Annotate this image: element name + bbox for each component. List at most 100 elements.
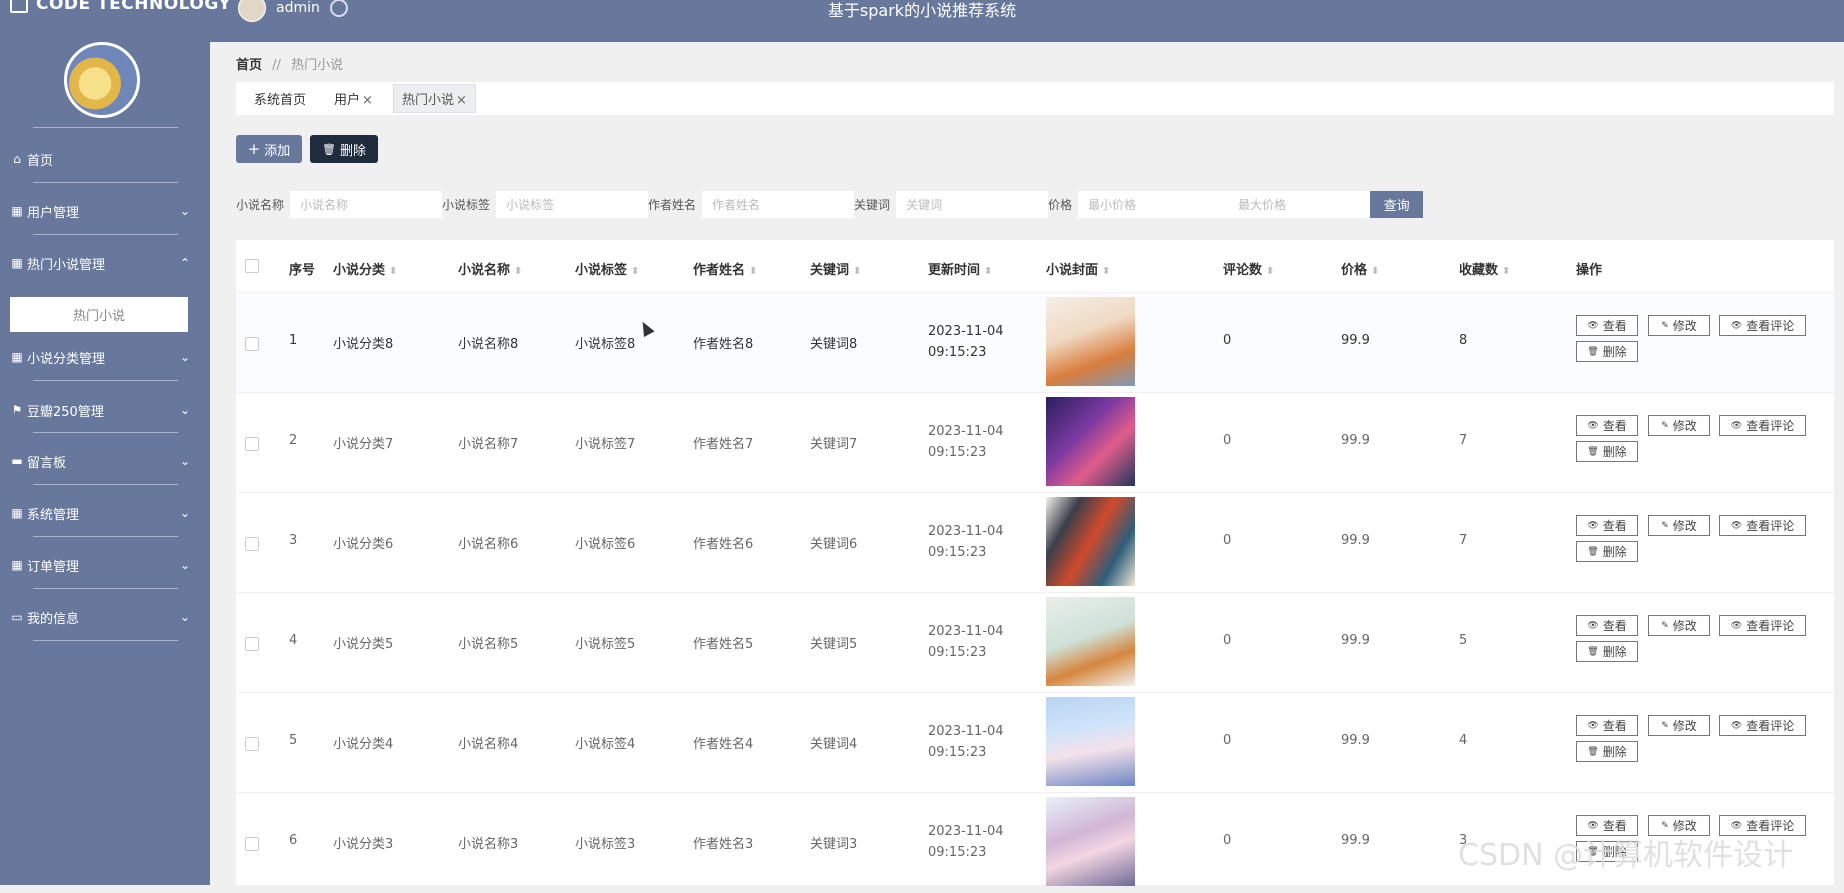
divider xyxy=(33,234,178,235)
cell-category: 小说分类3 xyxy=(333,837,394,852)
edit-button[interactable]: ✎ 修改 xyxy=(1648,715,1710,736)
cell-name: 小说名称6 xyxy=(458,537,519,552)
novel-name-input[interactable]: 小说名称 xyxy=(290,191,443,218)
cover-image[interactable] xyxy=(1046,797,1135,886)
chevron-down-icon: ⌄ xyxy=(179,506,190,520)
tab-hot-novels[interactable]: 热门小说 × xyxy=(392,84,476,113)
view-comments-button[interactable]: 👁 查看评论 xyxy=(1719,415,1806,436)
row-checkbox[interactable] xyxy=(245,337,259,351)
close-icon[interactable]: × xyxy=(456,93,467,108)
cell-tag: 小说标签7 xyxy=(575,437,636,452)
max-price-input[interactable]: 最大价格 xyxy=(1228,191,1371,218)
header-category[interactable]: 小说分类 ⬍ xyxy=(333,259,397,278)
row-checkbox[interactable] xyxy=(245,737,259,751)
delete-row-button[interactable]: 🗑 删除 xyxy=(1576,741,1638,762)
header-tag[interactable]: 小说标签 ⬍ xyxy=(575,259,639,278)
sidebar-item-douban[interactable]: ⚑ 豆瓣250管理 ⌄ xyxy=(0,397,210,423)
sidebar-item-hot-novels[interactable]: ▦ 热门小说管理 ⌃ xyxy=(0,250,210,276)
search-label-tag: 小说标签 xyxy=(442,198,491,212)
search-label-price: 价格 xyxy=(1048,198,1073,212)
cell-author: 作者姓名4 xyxy=(693,737,754,752)
cell-keyword: 关键词6 xyxy=(810,537,858,552)
header-name[interactable]: 小说名称 ⬍ xyxy=(458,259,522,278)
cell-keyword: 关键词5 xyxy=(810,637,858,652)
select-all-checkbox[interactable] xyxy=(245,259,259,273)
delete-row-button[interactable]: 🗑 删除 xyxy=(1576,641,1638,662)
row-checkbox[interactable] xyxy=(245,637,259,651)
view-comments-button[interactable]: 👁 查看评论 xyxy=(1719,315,1806,336)
sidebar-item-messages[interactable]: ▬ 留言板 ⌄ xyxy=(0,448,210,474)
cell-price: 99.9 xyxy=(1341,833,1370,848)
header-author[interactable]: 作者姓名 ⬍ xyxy=(693,259,757,278)
edit-button[interactable]: ✎ 修改 xyxy=(1648,415,1710,436)
row-checkbox[interactable] xyxy=(245,437,259,451)
view-button[interactable]: 👁 查看 xyxy=(1576,415,1638,436)
tab-users[interactable]: 用户 × xyxy=(326,85,381,112)
delete-row-button[interactable]: 🗑 删除 xyxy=(1576,541,1638,562)
row-checkbox[interactable] xyxy=(245,537,259,551)
sidebar-item-system[interactable]: ▦ 系统管理 ⌄ xyxy=(0,500,210,526)
sidebar-item-categories[interactable]: ▦ 小说分类管理 ⌄ xyxy=(0,344,210,370)
min-price-input[interactable]: 最小价格 xyxy=(1078,191,1229,218)
eye-icon: 👁 xyxy=(1587,320,1599,331)
chevron-down-icon: ⌄ xyxy=(179,558,190,572)
view-comments-button[interactable]: 👁 查看评论 xyxy=(1719,515,1806,536)
cell-no: 2 xyxy=(289,433,298,448)
cover-image[interactable] xyxy=(1046,397,1135,486)
row-checkbox[interactable] xyxy=(245,837,259,851)
header-keyword[interactable]: 关键词 ⬍ xyxy=(810,259,861,278)
cover-image[interactable] xyxy=(1046,597,1135,686)
card-icon: ▭ xyxy=(11,610,23,624)
author-name-input[interactable]: 作者姓名 xyxy=(702,191,855,218)
query-button[interactable]: 查询 xyxy=(1370,191,1424,218)
eye-icon: 👁 xyxy=(1587,720,1599,731)
view-comments-button[interactable]: 👁 查看评论 xyxy=(1719,615,1806,636)
header-price[interactable]: 价格 ⬍ xyxy=(1341,259,1379,278)
grid-icon: ▦ xyxy=(11,204,23,218)
search-label-name: 小说名称 xyxy=(236,198,285,212)
header-comments[interactable]: 评论数 ⬍ xyxy=(1223,259,1274,278)
cell-update-time: 2023-11-04 09:15:23 xyxy=(928,824,1004,860)
edit-icon: ✎ xyxy=(1661,720,1669,731)
view-button[interactable]: 👁 查看 xyxy=(1576,515,1638,536)
edit-button[interactable]: ✎ 修改 xyxy=(1648,315,1710,336)
view-button[interactable]: 👁 查看 xyxy=(1576,615,1638,636)
header-update-time[interactable]: 更新时间 ⬍ xyxy=(928,259,992,278)
table-row: 2 小说分类7 小说名称7 小说标签7 作者姓名7 关键词7 0 99.9 7 2023-11-0… xyxy=(236,392,1834,493)
cover-image[interactable] xyxy=(1046,497,1135,586)
cover-image[interactable] xyxy=(1046,297,1135,386)
table-row: 1 小说分类8 小说名称8 小说标签8 作者姓名8 关键词8 0 99.9 8 2023-11-0… xyxy=(236,292,1834,393)
delete-button[interactable]: 🗑 删除 xyxy=(310,135,378,163)
eye-icon: 👁 xyxy=(1587,520,1599,531)
header-cover[interactable]: 小说封面 ⬍ xyxy=(1046,259,1110,278)
close-icon[interactable]: × xyxy=(362,93,373,108)
cell-no: 1 xyxy=(289,333,298,348)
delete-row-button[interactable]: 🗑 删除 xyxy=(1576,341,1638,362)
add-button[interactable]: + 添加 xyxy=(236,135,302,163)
delete-row-button[interactable]: 🗑 删除 xyxy=(1576,441,1638,462)
keyword-input[interactable]: 关键词 xyxy=(896,191,1049,218)
sidebar-item-users[interactable]: ▦ 用户管理 ⌄ xyxy=(0,198,210,224)
view-button[interactable]: 👁 查看 xyxy=(1576,715,1638,736)
breadcrumb-home[interactable]: 首页 xyxy=(236,58,262,73)
edit-button[interactable]: ✎ 修改 xyxy=(1648,515,1710,536)
tab-system-home[interactable]: 系统首页 xyxy=(246,85,314,112)
view-comments-button[interactable]: 👁 查看评论 xyxy=(1719,715,1806,736)
cover-image[interactable] xyxy=(1046,697,1135,786)
cell-tag: 小说标签3 xyxy=(575,837,636,852)
cell-price: 99.9 xyxy=(1341,333,1370,348)
cell-author: 作者姓名3 xyxy=(693,837,754,852)
edit-button[interactable]: ✎ 修改 xyxy=(1648,615,1710,636)
sidebar-item-orders[interactable]: ▦ 订单管理 ⌄ xyxy=(0,552,210,578)
sidebar-item-home[interactable]: ⌂ 首页 xyxy=(0,146,210,172)
cell-category: 小说分类5 xyxy=(333,637,394,652)
header-favorites[interactable]: 收藏数 ⬍ xyxy=(1459,259,1510,278)
cell-name: 小说名称7 xyxy=(458,437,519,452)
cell-favorites: 7 xyxy=(1459,433,1468,448)
sidebar-item-my-info[interactable]: ▭ 我的信息 ⌄ xyxy=(0,604,210,630)
table-row: 5 小说分类4 小说名称4 小说标签4 作者姓名4 关键词4 0 99.9 4 2023-11-0… xyxy=(236,692,1834,793)
view-button[interactable]: 👁 查看 xyxy=(1576,315,1638,336)
cell-price: 99.9 xyxy=(1341,733,1370,748)
sidebar-subitem-hot-novels[interactable]: 热门小说 xyxy=(10,297,188,332)
novel-tag-input[interactable]: 小说标签 xyxy=(496,191,649,218)
